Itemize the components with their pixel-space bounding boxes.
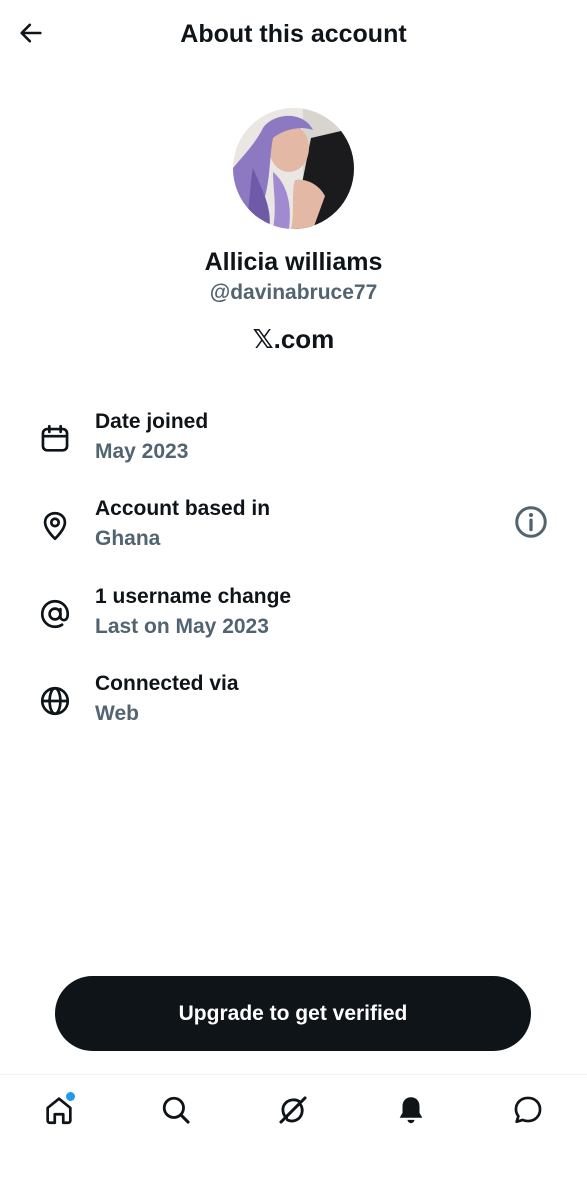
avatar [233, 108, 354, 229]
tab-search[interactable] [156, 1090, 196, 1130]
username-handle: @davinabruce77 [209, 281, 378, 304]
calendar-icon [41, 424, 69, 452]
page-title: About this account [180, 20, 407, 48]
info-icon[interactable] [512, 503, 550, 541]
at-sign-icon [40, 599, 70, 629]
row-value: Web [95, 702, 139, 725]
search-icon [162, 1096, 190, 1124]
upgrade-verified-button[interactable]: Upgrade to get verified [55, 976, 531, 1051]
tab-messages[interactable] [508, 1090, 548, 1130]
row-title: Account based in [95, 497, 271, 520]
top-bar: About this account [0, 0, 587, 68]
row-value: Ghana [95, 527, 161, 550]
info-row-username-change: 1 username change Last on May 2023 [0, 583, 587, 647]
info-row-account-based-in: Account based in Ghana [0, 495, 587, 559]
display-name: Allicia williams [204, 248, 383, 276]
row-title: Connected via [95, 672, 239, 695]
bottom-nav-divider [0, 1074, 587, 1075]
tab-notifications[interactable] [391, 1090, 431, 1130]
info-row-connected-via: Connected via Web [0, 670, 587, 734]
bell-icon [399, 1097, 423, 1124]
row-title: 1 username change [95, 585, 292, 608]
location-pin-icon [43, 511, 67, 541]
row-value: Last on May 2023 [95, 615, 269, 638]
tab-grok[interactable] [273, 1090, 313, 1130]
tab-home[interactable] [39, 1090, 79, 1130]
globe-icon [40, 686, 70, 716]
site-label: 𝕏.com [252, 324, 335, 354]
row-value: May 2023 [95, 440, 189, 463]
info-row-date-joined: Date joined May 2023 [0, 408, 587, 472]
row-title: Date joined [95, 410, 209, 433]
grok-icon [279, 1096, 307, 1124]
messages-icon [514, 1096, 542, 1124]
home-badge-dot [64, 1090, 77, 1103]
